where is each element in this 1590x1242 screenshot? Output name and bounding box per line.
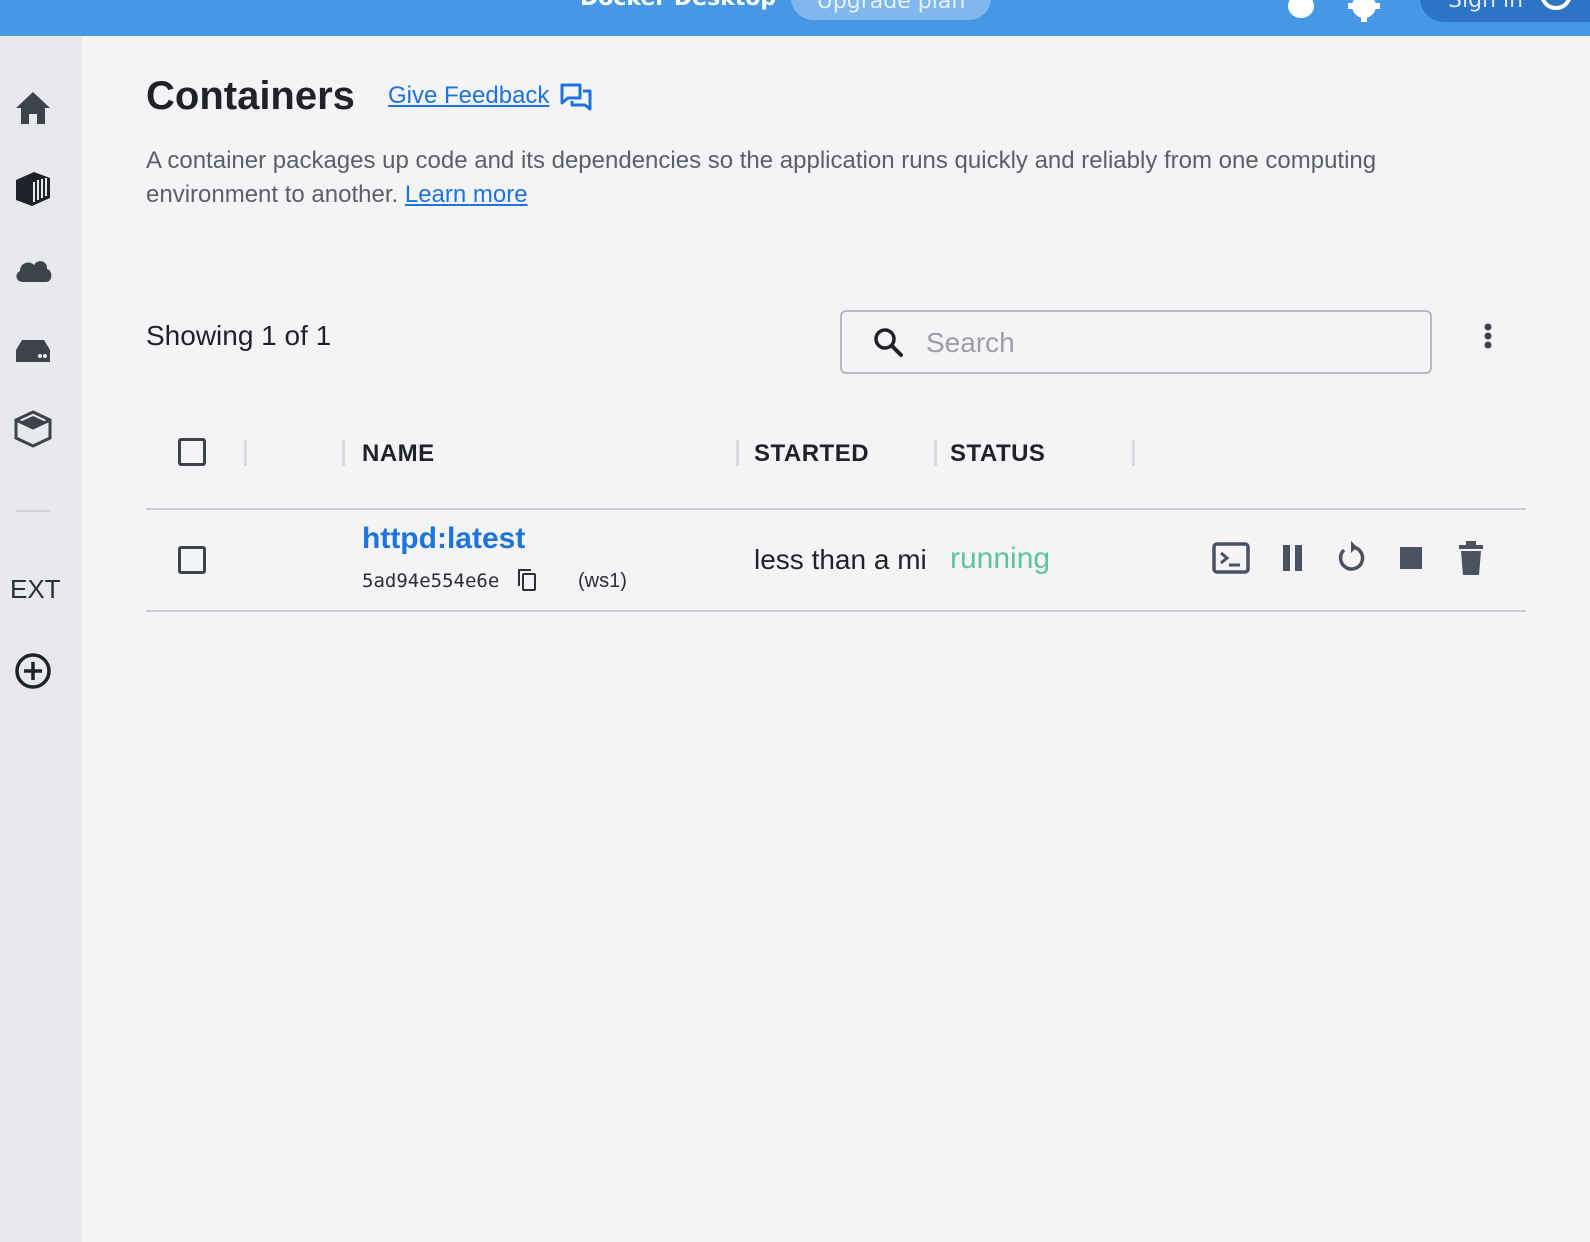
column-separator	[736, 440, 739, 466]
column-header-name[interactable]: NAME	[362, 440, 435, 468]
column-header-status[interactable]: STATUS	[950, 440, 1045, 468]
sidebar-divider	[16, 510, 50, 512]
main-content: Containers Give Feedback A container pac…	[82, 36, 1590, 1242]
column-separator	[1132, 440, 1135, 466]
table-row-divider	[146, 610, 1526, 612]
box-icon[interactable]	[12, 408, 54, 450]
column-separator	[342, 440, 345, 466]
home-icon[interactable]	[12, 88, 54, 130]
container-id: 5ad94e554e6e	[362, 570, 500, 592]
learn-more-link[interactable]: Learn more	[405, 181, 528, 208]
row-select-checkbox[interactable]	[178, 546, 206, 574]
extensions-label: EXT	[10, 574, 61, 604]
container-status: running	[950, 542, 1051, 575]
search-box[interactable]	[840, 310, 1432, 374]
cloud-icon[interactable]	[12, 250, 54, 292]
feedback-chat-icon[interactable]	[560, 82, 592, 114]
search-input[interactable]	[924, 320, 1408, 366]
page-description: A container packages up code and its dep…	[146, 144, 1476, 212]
sign-in-button[interactable]: Sign in	[1420, 0, 1590, 22]
upgrade-plan-button[interactable]: Upgrade plan	[791, 0, 991, 20]
more-options-icon[interactable]	[1478, 320, 1498, 360]
table-header-divider	[146, 508, 1526, 510]
copy-icon[interactable]	[516, 568, 538, 592]
settings-gear-icon[interactable]	[1346, 0, 1382, 26]
delete-trash-icon[interactable]	[1456, 540, 1486, 576]
column-separator	[244, 440, 247, 466]
stop-icon[interactable]	[1396, 540, 1426, 576]
column-header-started[interactable]: STARTED	[754, 440, 869, 468]
container-name-link[interactable]: httpd:latest	[362, 522, 525, 556]
container-host: (ws1)	[578, 570, 627, 592]
column-separator	[934, 440, 937, 466]
select-all-checkbox[interactable]	[178, 438, 206, 466]
sign-in-label: Sign in	[1448, 0, 1524, 13]
page-title: Containers	[146, 74, 355, 118]
bug-icon[interactable]	[1284, 0, 1318, 24]
terminal-icon[interactable]	[1212, 540, 1250, 576]
search-icon	[874, 328, 903, 357]
pause-icon[interactable]	[1278, 540, 1308, 576]
description-text: A container packages up code and its dep…	[146, 147, 1377, 208]
add-extension-icon[interactable]	[12, 650, 54, 692]
showing-count: Showing 1 of 1	[146, 320, 332, 351]
volume-icon[interactable]	[12, 330, 54, 372]
app-title: Docker Desktop	[580, 0, 776, 11]
container-started: less than a mi	[754, 544, 927, 575]
sidebar: EXT	[0, 36, 82, 1242]
container-icon[interactable]	[12, 168, 54, 210]
give-feedback-link[interactable]: Give Feedback	[388, 82, 549, 110]
user-icon	[1541, 0, 1571, 10]
top-bar: Docker Desktop Upgrade plan Sign in	[0, 0, 1590, 36]
restart-icon[interactable]	[1334, 540, 1370, 576]
